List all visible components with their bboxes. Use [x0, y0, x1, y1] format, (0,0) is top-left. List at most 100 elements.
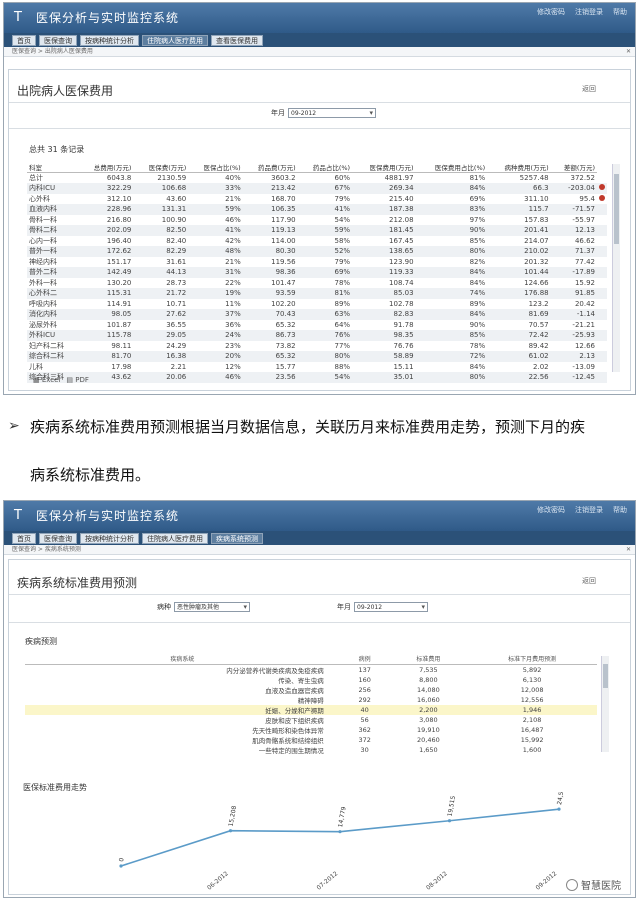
- description-line-1: 疾病系统标准费用预测根据当月数据信息，关联历月来标准费用走势，预测下月的疾: [30, 418, 586, 436]
- table-row[interactable]: 外科一科 130.20 28.73 22% 101.47 78% 108.74 84% 124.…: [27, 278, 607, 289]
- app-header: T 医保分析与实时监控系统 修改密码 注销登录 帮助: [4, 3, 635, 33]
- table-row[interactable]: 消化内科 98.05 27.62 37% 70.43 63% 82.83 84% 81.69 -1…: [27, 309, 607, 320]
- table-row[interactable]: 普外一科 172.62 82.29 48% 80.30 52% 138.65 80% 210.0…: [27, 246, 607, 257]
- change-password-link[interactable]: 修改密码: [537, 505, 565, 515]
- table-scrollbar[interactable]: [612, 164, 620, 372]
- close-icon[interactable]: ✕: [626, 545, 631, 555]
- table-row[interactable]: 综合科二科 81.70 16.38 20% 65.32 80% 58.89 72% 61.02 2…: [27, 351, 607, 362]
- alert-cell: [597, 257, 607, 268]
- table-cell: 皮肤和皮下组织疾病: [265, 716, 324, 725]
- scrollbar-thumb[interactable]: [614, 174, 619, 244]
- table-row[interactable]: 内科ICU 322.29 106.68 33% 213.42 67% 269.34 84% 66…: [27, 183, 607, 194]
- table-cell: 41%: [188, 225, 243, 236]
- nav-tab[interactable]: 按病种统计分析: [80, 35, 139, 46]
- nav-tab[interactable]: 疾病系统预测: [211, 533, 263, 544]
- table-row[interactable]: 精神障碍 292 16,060 12,556: [25, 695, 597, 705]
- table-cell: 102.20: [271, 299, 296, 308]
- table-row[interactable]: 总计 6043.8 2130.59 40% 3603.2 60% 4881.97 81% 525…: [27, 173, 607, 184]
- nav-tab[interactable]: 医保查询: [39, 35, 77, 46]
- alert-cell: [597, 362, 607, 373]
- table-cell: 儿科: [29, 362, 43, 371]
- back-link[interactable]: 返回: [582, 576, 596, 586]
- month-select[interactable]: 09-2012: [288, 108, 376, 118]
- nav-tab[interactable]: 住院病人医疗费用: [142, 533, 208, 544]
- table-cell: 256: [358, 685, 371, 694]
- table-row[interactable]: 先天性畸形和染色体异常 362 19,910 16,487: [25, 725, 597, 735]
- close-icon[interactable]: ✕: [626, 47, 631, 57]
- excel-export-button[interactable]: ▦ Excel: [33, 376, 60, 384]
- table-cell: 30: [360, 745, 369, 754]
- table-cell: 心外科: [29, 194, 50, 203]
- table-cell: 20,460: [417, 735, 440, 744]
- table-cell: 82.29: [133, 246, 189, 257]
- table-row[interactable]: 内分泌营养代谢类疾病及免疫疾病 137 7,535 5,892: [25, 664, 597, 675]
- table-row[interactable]: 传染、寄生虫病 160 8,800 6,130: [25, 675, 597, 685]
- table-cell: 20%: [188, 351, 243, 362]
- table-row[interactable]: 泌尿外科 101.87 36.55 36% 65.32 64% 91.78 90% 70.57 -…: [27, 320, 607, 331]
- column-header: 药品占比(%): [297, 162, 353, 173]
- table-cell: 14,080: [417, 685, 440, 694]
- table-cell: 76%: [297, 330, 353, 341]
- table-cell: 70.57: [528, 320, 549, 329]
- help-link[interactable]: 帮助: [613, 7, 627, 17]
- table-row[interactable]: 一些特定的围生期情况 30 1,650 1,600: [25, 745, 597, 755]
- table-cell: 骨科一科: [29, 215, 57, 224]
- logout-link[interactable]: 注销登录: [575, 7, 603, 17]
- data-label: 24,544: [556, 792, 567, 806]
- table-cell: 101.44: [487, 267, 551, 278]
- table-row[interactable]: 心内一科 196.40 82.40 42% 114.00 58% 167.45 85% 214.…: [27, 236, 607, 247]
- table-row[interactable]: 外科ICU 115.78 29.05 24% 86.73 76% 98.35 85% 72.42…: [27, 330, 607, 341]
- table-row[interactable]: 血液内科 228.96 131.31 59% 106.35 41% 187.38 83% 115…: [27, 204, 607, 215]
- table-cell: 呼吸内科: [29, 299, 57, 308]
- table-row[interactable]: 骨科二科 202.09 82.50 41% 119.13 59% 181.45 90% 201.…: [27, 225, 607, 236]
- table-row[interactable]: 心外科 312.10 43.60 21% 168.70 79% 215.40 69% 311.1…: [27, 194, 607, 205]
- pdf-export-button[interactable]: ▤ PDF: [66, 376, 88, 384]
- table-cell: 98.11: [111, 341, 132, 350]
- table-cell: 40%: [225, 174, 241, 182]
- table-cell: 312.10: [106, 194, 132, 203]
- table-row[interactable]: 血液及造血器官疾病 256 14,080 12,008: [25, 685, 597, 695]
- content-panel: 疾病系统标准费用预测 返回 病种 恶性肿瘤及其他 年月 09-2012 疾病预测…: [8, 559, 631, 895]
- change-password-link[interactable]: 修改密码: [537, 7, 565, 17]
- nav-tab[interactable]: 首页: [12, 533, 36, 544]
- table-row[interactable]: 肌肉骨骼系统和结缔组织 372 20,460 15,992: [25, 735, 597, 745]
- table-row[interactable]: 儿科 17.98 2.21 12% 15.77 88% 15.11 84% 2.02 -13.09: [27, 362, 607, 373]
- table-row[interactable]: 骨科一科 216.80 100.90 46% 117.90 54% 212.08 97% 157…: [27, 215, 607, 226]
- table-cell: 传染、寄生虫病: [278, 676, 324, 685]
- month-select[interactable]: 09-2012: [354, 602, 428, 612]
- table-cell: 妇产科二科: [29, 341, 64, 350]
- table-row[interactable]: 妊娠、分娩和产褥期 40 2,200 1,946: [25, 704, 597, 715]
- table-cell: 85%: [469, 236, 486, 245]
- table-row[interactable]: 妇产科二科 98.11 24.29 23% 73.82 77% 76.76 78% 89.42 1…: [27, 341, 607, 352]
- month-filter: 年月 09-2012: [271, 108, 376, 118]
- table-cell: -1.14: [550, 309, 597, 320]
- table-cell: 总计: [29, 174, 43, 182]
- table-cell: 67%: [297, 183, 353, 194]
- table-row[interactable]: 神经内科 151.17 31.61 21% 119.56 79% 123.90 82% 201.…: [27, 257, 607, 268]
- x-tick-label: 07-2012: [316, 870, 340, 892]
- table-cell: 10.71: [166, 299, 187, 308]
- nav-tab[interactable]: 按病种统计分析: [80, 533, 139, 544]
- table-cell: 15.11: [393, 362, 414, 371]
- disease-select[interactable]: 恶性肿瘤及其他: [174, 602, 250, 612]
- alert-cell: [597, 309, 607, 320]
- nav-tab[interactable]: 查看医保费用: [211, 35, 263, 46]
- help-link[interactable]: 帮助: [613, 505, 627, 515]
- table-row[interactable]: 普外二科 142.49 44.13 31% 98.36 69% 119.33 84% 101.4…: [27, 267, 607, 278]
- back-link[interactable]: 返回: [582, 84, 596, 94]
- table-cell: 46%: [188, 372, 243, 383]
- nav-tab[interactable]: 住院病人医疗费用: [142, 35, 208, 46]
- table-row[interactable]: 皮肤和皮下组织疾病 56 3,080 2,108: [25, 715, 597, 725]
- table-cell: 37%: [188, 309, 243, 320]
- logout-link[interactable]: 注销登录: [575, 505, 603, 515]
- scrollbar-thumb[interactable]: [603, 664, 608, 688]
- table-cell: 69%: [297, 267, 353, 278]
- table-row[interactable]: 心外科二 115.31 21.72 19% 93.59 81% 85.03 74% 176.88…: [27, 288, 607, 299]
- table-scrollbar[interactable]: [601, 656, 609, 752]
- nav-tab[interactable]: 首页: [12, 35, 36, 46]
- table-row[interactable]: 呼吸内科 114.91 10.71 11% 102.20 89% 102.78 89% 123.…: [27, 299, 607, 310]
- alert-cell: [597, 320, 607, 331]
- table-row[interactable]: 综合科三科 43.62 20.06 46% 23.56 54% 35.01 80% 22.56-…: [27, 372, 607, 383]
- table-cell: 44.13: [133, 267, 189, 278]
- nav-tab[interactable]: 医保查询: [39, 533, 77, 544]
